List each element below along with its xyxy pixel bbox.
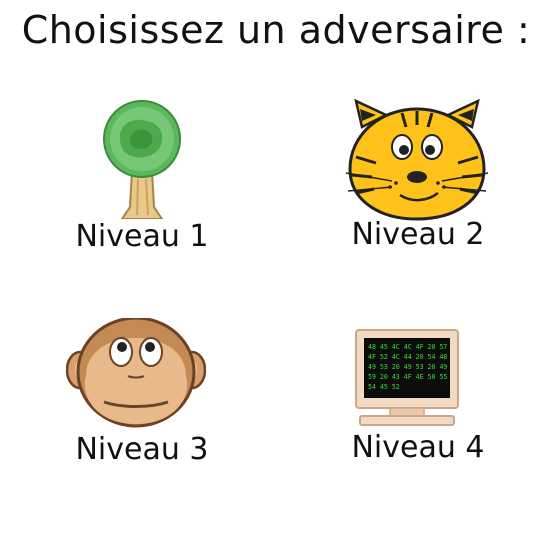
screen-text-line: 54 45 52 <box>368 383 400 391</box>
level-label: Niveau 2 <box>351 217 485 252</box>
level-label: Niveau 1 <box>75 219 209 254</box>
page-title: Choisissez un adversaire : <box>21 8 531 52</box>
monkey-icon <box>66 318 206 428</box>
level-label: Niveau 4 <box>351 430 485 465</box>
opponent-option-level-4[interactable]: 48 45 4C 4C 4F 20 57 4F 52 4C 44 20 54 48… <box>318 312 518 492</box>
tree-icon <box>103 100 181 219</box>
screen-text-line: 49 53 20 49 53 20 49 <box>368 363 447 371</box>
screen-text-line: 48 45 4C 4C 4F 20 57 <box>368 343 447 351</box>
screen-text-line: 59 20 43 4F 4E 50 55 <box>368 373 447 381</box>
tiger-icon <box>345 98 489 221</box>
opponent-option-level-3[interactable]: Niveau 3 <box>42 312 242 492</box>
opponent-option-level-1[interactable]: Niveau 1 <box>42 95 242 275</box>
screen-text-line: 4F 52 4C 44 20 54 48 <box>368 353 447 361</box>
computer-icon: 48 45 4C 4C 4F 20 57 4F 52 4C 44 20 54 48… <box>355 329 459 426</box>
level-label: Niveau 3 <box>75 432 209 467</box>
opponent-option-level-2[interactable]: Niveau 2 <box>318 95 518 275</box>
